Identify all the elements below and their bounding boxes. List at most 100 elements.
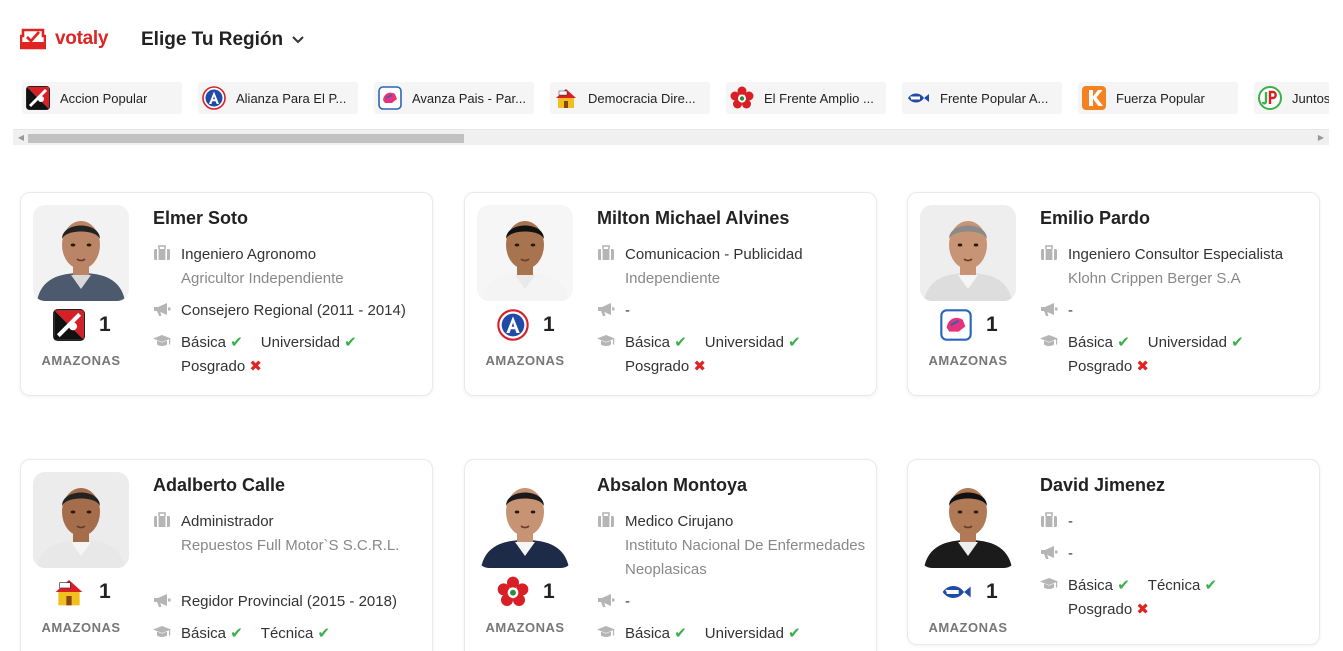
profession-row: Administrador Repuestos Full Motor`S S.C… — [153, 510, 423, 558]
candidate-name[interactable]: David Jimenez — [1040, 475, 1165, 496]
chevron-down-icon — [292, 36, 304, 44]
megaphone-icon — [598, 594, 615, 607]
graduation-cap-icon — [1040, 578, 1058, 589]
candidate-profession: Medico Cirujano — [625, 513, 734, 530]
check-icon: ✔ — [317, 625, 331, 642]
megaphone-icon — [1041, 303, 1058, 316]
candidate-card[interactable]: 1 AMAZONAS David Jimenez - - Básica ✔ Técn… — [907, 459, 1320, 645]
briefcase-icon — [154, 245, 170, 260]
candidate-name[interactable]: Adalberto Calle — [153, 475, 285, 496]
party-chip[interactable]: Juntos Por El Peru — [1254, 82, 1329, 114]
party-chip[interactable]: Avanza Pais - Par... — [374, 82, 534, 114]
alianza-logo[interactable] — [497, 309, 529, 341]
education-row: Básica ✔ Universidad ✔ — [597, 622, 867, 646]
candidate-photo[interactable] — [920, 472, 1016, 568]
megaphone-icon — [1041, 546, 1058, 559]
democracia-directa-logo[interactable] — [53, 576, 85, 608]
candidate-region: AMAZONAS — [41, 353, 121, 368]
profession-row: - — [1040, 510, 1310, 534]
candidate-list-number: 1 — [99, 580, 111, 603]
check-icon: ✔ — [230, 625, 243, 642]
party-chip[interactable]: Fuerza Popular — [1078, 82, 1238, 114]
briefcase-icon — [1041, 245, 1057, 260]
candidate-political-experience: - — [625, 593, 630, 610]
party-chip[interactable]: Accion Popular — [22, 82, 182, 114]
candidate-card[interactable]: 1 AMAZONAS Absalon Montoya Medico Cirujan… — [464, 459, 877, 651]
candidate-political-experience: Regidor Provincial (2015 - 2018) — [181, 593, 397, 610]
candidate-list-number: 1 — [99, 313, 111, 336]
briefcase-icon — [1041, 512, 1057, 527]
avanza-pais-logo[interactable] — [940, 309, 972, 341]
candidate-profession: - — [1068, 513, 1073, 530]
profession-row: Medico Cirujano Instituto Nacional De En… — [597, 510, 867, 582]
region-selector[interactable]: Elige Tu Región — [141, 29, 305, 51]
candidate-region: AMAZONAS — [485, 620, 565, 635]
party-row: 1 — [497, 309, 555, 341]
frente-popular-logo[interactable] — [940, 576, 972, 608]
candidate-name[interactable]: Absalon Montoya — [597, 475, 747, 496]
cross-icon: ✖ — [1136, 358, 1149, 375]
candidate-workplace: Independiente — [625, 270, 721, 287]
candidate-region: AMAZONAS — [41, 620, 121, 635]
party-chip-label: Juntos Por El Peru — [1292, 90, 1329, 106]
scrollbar-thumb[interactable] — [28, 134, 464, 143]
political-row: - — [597, 299, 867, 323]
candidate-photo[interactable] — [33, 472, 129, 568]
party-row: 1 — [53, 576, 111, 608]
candidate-card[interactable]: 1 AMAZONAS Emilio Pardo Ingeniero Consult… — [907, 192, 1320, 396]
scroll-left-arrow-icon[interactable]: ◀ — [16, 133, 26, 143]
horizontal-scrollbar[interactable]: ◀ ▶ — [13, 129, 1329, 145]
candidate-card[interactable]: 1 AMAZONAS Adalberto Calle Administrador … — [20, 459, 433, 651]
candidate-profession: Comunicacion - Publicidad — [625, 246, 803, 263]
candidate-list-number: 1 — [543, 580, 555, 603]
candidate-photo[interactable] — [477, 205, 573, 301]
cross-icon: ✖ — [1136, 601, 1149, 618]
candidate-photo[interactable] — [33, 205, 129, 301]
fuerza-popular-logo — [1082, 86, 1106, 110]
party-chip-label: Fuerza Popular — [1116, 90, 1205, 106]
megaphone-icon — [154, 594, 171, 607]
candidate-profession: Administrador — [181, 513, 274, 530]
party-chip-label: Frente Popular A... — [940, 90, 1049, 106]
party-chip-label: Alianza Para El P... — [236, 90, 347, 106]
candidate-political-experience: Consejero Regional (2011 - 2014) — [181, 302, 406, 319]
graduation-cap-icon — [153, 335, 171, 346]
candidate-name[interactable]: Milton Michael Alvines — [597, 208, 789, 229]
candidate-photo[interactable] — [920, 205, 1016, 301]
candidate-political-experience: - — [1068, 545, 1073, 562]
candidate-photo[interactable] — [477, 472, 573, 568]
scroll-right-arrow-icon[interactable]: ▶ — [1316, 133, 1326, 143]
party-chip[interactable]: El Frente Amplio ... — [726, 82, 886, 114]
top-header: votaly Elige Tu Región — [0, 0, 1343, 80]
candidate-card[interactable]: 1 AMAZONAS Milton Michael Alvines Comunic… — [464, 192, 877, 396]
frente-amplio-logo[interactable] — [497, 576, 529, 608]
candidate-card[interactable]: 1 AMAZONAS Elmer Soto Ingeniero Agronomo … — [20, 192, 433, 396]
candidate-list-number: 1 — [986, 580, 998, 603]
party-chip[interactable]: Democracia Dire... — [550, 82, 710, 114]
votaly-logo[interactable]: votaly — [20, 28, 108, 50]
education-item: Básica ✔ — [625, 334, 687, 351]
party-chip[interactable]: Alianza Para El P... — [198, 82, 358, 114]
education-item: Posgrado ✔ — [181, 646, 262, 651]
check-icon: ✔ — [788, 334, 801, 351]
accion-popular-logo[interactable] — [53, 309, 85, 341]
juntos-peru-logo — [1258, 86, 1282, 110]
party-chip-label: Democracia Dire... — [588, 90, 696, 106]
party-chip-label: Accion Popular — [60, 90, 148, 106]
cross-icon: ✖ — [693, 358, 706, 375]
party-chip[interactable]: Frente Popular A... — [902, 82, 1062, 114]
candidate-political-experience: - — [1068, 302, 1073, 319]
graduation-cap-icon — [1040, 335, 1058, 346]
check-icon: ✔ — [1117, 577, 1130, 594]
democracia-directa-logo — [554, 86, 578, 110]
candidate-name[interactable]: Elmer Soto — [153, 208, 248, 229]
education-item: Básica ✔ — [181, 625, 243, 642]
check-icon: ✔ — [674, 334, 687, 351]
candidate-political-experience: - — [625, 302, 630, 319]
alianza-logo — [202, 86, 226, 110]
candidate-name[interactable]: Emilio Pardo — [1040, 208, 1150, 229]
political-row: - — [1040, 542, 1310, 566]
briefcase-icon — [598, 512, 614, 527]
check-icon: ✔ — [674, 625, 687, 642]
education-item: Técnica ✔ — [260, 625, 331, 642]
